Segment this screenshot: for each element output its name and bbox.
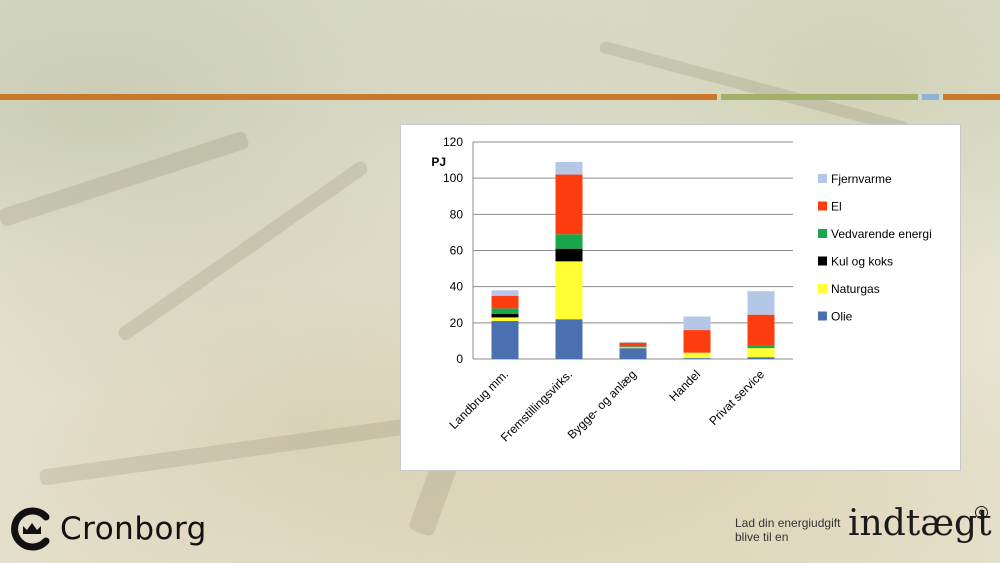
y-tick-label: 100 [443,171,463,185]
y-axis-label: PJ [431,155,446,169]
crown-c-logo-icon [11,507,50,551]
bar-segment [555,234,583,249]
bar-segment [683,352,711,359]
legend-swatch [818,311,827,321]
y-tick-label: 40 [450,280,464,294]
legend-swatch [818,201,827,211]
chart-panel: 0 20 40 60 80 100 120 PJ Landbrug mm. Fremstillin… [400,124,961,471]
legend-label: Naturgas [831,282,880,296]
bar-segment [683,330,711,353]
bar-segment [555,261,583,320]
bar-segment [747,345,775,349]
bar-segment [491,313,519,318]
legend-label: Olie [831,310,853,324]
header-stripe-orange-right [943,94,1000,100]
x-tick-label: Handel [666,367,703,404]
x-tick-label: Privat service [706,367,767,428]
legend-swatch [818,174,827,183]
tagline-line1: Lad din energiudgift [735,516,841,530]
x-tick-label: Bygge- og anlæg [565,367,640,442]
brand-word: indtægt [848,503,992,544]
legend-label: El [831,200,842,214]
bar-segment [683,316,711,331]
bar-segment [555,248,583,262]
bar-segment [491,321,519,359]
y-tick-label: 80 [450,207,464,221]
logo-text: Cronborg [60,511,207,547]
cronborg-logo: Cronborg [10,505,207,553]
legend-label: Vedvarende energi [831,227,932,241]
legend-swatch [818,229,827,238]
legend-label: Kul og koks [831,255,893,269]
bar-segment [619,346,647,348]
bar-segment [491,317,519,322]
y-tick-label: 0 [456,352,463,366]
bar-segment [619,347,647,349]
bar-segment [747,348,775,358]
bar-segment [491,295,519,309]
bar-segment [555,319,583,359]
y-tick-label: 120 [443,135,463,149]
bar-segment [619,342,647,347]
tagline: Lad din energiudgift blive til en [735,516,840,544]
bar-segment [619,348,647,359]
y-tick-label: 20 [450,316,464,330]
bar-segment [683,358,711,359]
header-stripe-blue [922,94,939,100]
header-stripe-green [721,94,918,100]
bar-segment [491,290,519,296]
copyright-mark: c [975,506,988,519]
legend-label: Fjernvarme [831,172,892,186]
bar-segment [555,161,583,175]
bar-segment [747,357,775,359]
legend-swatch [818,256,827,266]
y-tick-label: 60 [450,244,464,258]
bar-segment [619,341,647,343]
bar-segment [747,314,775,346]
bar-segment [747,291,775,315]
energy-consumption-chart: 020406080100120PJLandbrug mm.Fremstillin… [431,135,932,445]
tagline-line2: blive til en [735,530,789,544]
bar-segment [555,174,583,235]
bar-segment [491,308,519,314]
header-stripe-orange [0,94,717,100]
legend-swatch [818,284,827,293]
x-tick-label: Landbrug mm. [447,367,512,432]
